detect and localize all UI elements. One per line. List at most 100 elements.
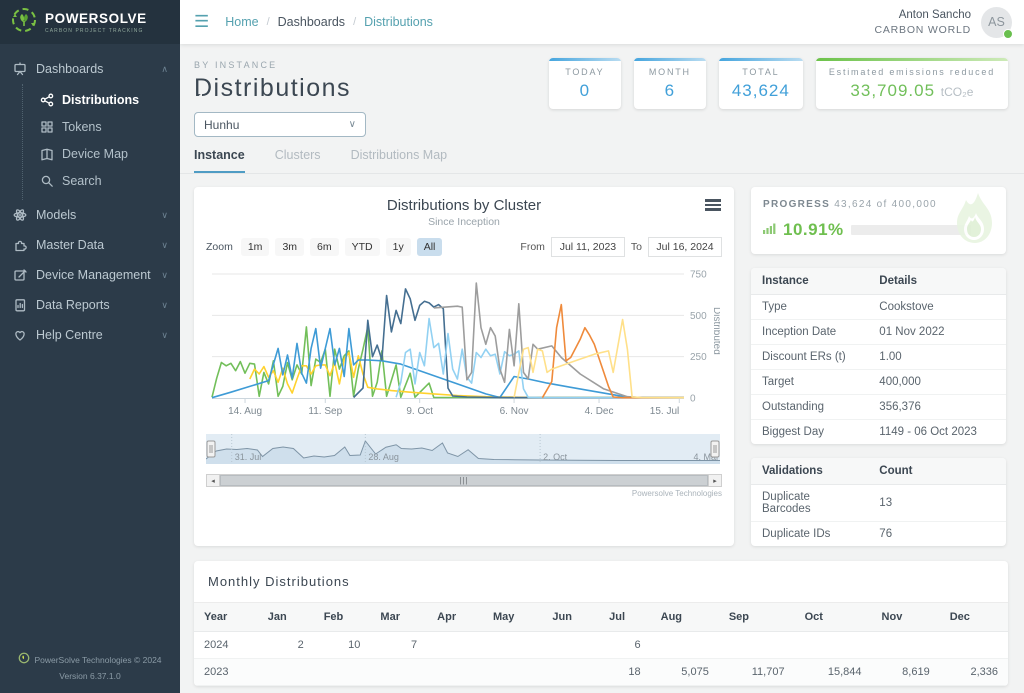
monthly-col-header: Dec	[940, 603, 1008, 632]
stat-value: 6	[647, 81, 693, 101]
instance-details-card: Instance Details TypeCookstoveInception …	[751, 268, 1006, 444]
zoom-button-6m[interactable]: 6m	[310, 238, 339, 256]
sidebar-item-label: Dashboards	[36, 62, 103, 76]
series-cluster-orange	[542, 305, 684, 398]
stat-card-today: TODAY0	[549, 58, 621, 109]
chart-navigator[interactable]: 31. Jul28. Aug2. Oct4. Mar	[206, 434, 720, 468]
progress-label: PROGRESS	[763, 199, 830, 210]
sidebar-item-label: Device Map	[62, 147, 128, 161]
sidebar-item-help-centre[interactable]: Help Centre∨	[0, 320, 180, 350]
progress-summary: 43,624 of 400,000	[834, 199, 937, 210]
sidebar-footer: PowerSolve Technologies © 2024 Version 6…	[0, 652, 180, 683]
chart-scrollbar: ◂ ||| ▸	[206, 474, 722, 487]
app-logo[interactable]: POWERSOLVE CARBON PROJECT TRACKING	[0, 0, 180, 44]
sidebar-item-distributions[interactable]: Distributions	[23, 86, 180, 113]
map-icon	[39, 147, 54, 161]
table-row: Outstanding356,376	[751, 395, 1006, 420]
monthly-value-cell	[795, 632, 872, 659]
atom-icon	[12, 208, 27, 222]
breadcrumb-distributions[interactable]: Distributions	[364, 15, 433, 29]
chevron-down-icon: ∨	[161, 240, 168, 251]
zoom-label: Zoom	[206, 241, 233, 253]
monthly-value-cell	[314, 659, 371, 686]
from-label: From	[520, 241, 545, 253]
avatar[interactable]: AS	[981, 7, 1012, 38]
sidebar-item-master-data[interactable]: Master Data∨	[0, 230, 180, 260]
distributions-line-chart[interactable]: 025050075014. Aug11. Sep9. Oct6. Nov4. D…	[206, 257, 720, 429]
navigator-handle[interactable]	[711, 441, 719, 457]
monthly-value-cell	[483, 632, 542, 659]
navigator-handle[interactable]	[207, 441, 215, 457]
stats-row: TODAY0MONTH6TOTAL43,624Estimated emissio…	[549, 58, 1008, 109]
sidebar-item-tokens[interactable]: Tokens	[23, 113, 180, 140]
svg-text:250: 250	[690, 352, 707, 363]
row-label: Biggest Day	[751, 420, 868, 445]
monthly-header-row: YearJanFebMarAprMayJunJulAugSepOctNovDec	[194, 603, 1008, 632]
tab-distributions-map[interactable]: Distributions Map	[351, 148, 448, 173]
tab-instance[interactable]: Instance	[194, 148, 245, 173]
sidebar-item-search[interactable]: Search	[23, 167, 180, 194]
svg-text:14. Aug: 14. Aug	[228, 406, 262, 417]
svg-text:31. Jul: 31. Jul	[235, 452, 262, 462]
zoom-button-1m[interactable]: 1m	[241, 238, 270, 256]
table-row: Biggest Day1149 - 06 Oct 2023	[751, 420, 1006, 445]
sidebar-item-dashboards[interactable]: Dashboards ∧	[0, 54, 180, 84]
chevron-up-icon: ∧	[161, 64, 168, 75]
zoom-buttons: 1m 3m 6m YTD 1y All	[235, 238, 443, 256]
puzzle-icon	[12, 238, 27, 252]
instance-select[interactable]: Hunhu ∨	[194, 112, 366, 137]
table-row: Discount ERs (t)1.00	[751, 345, 1006, 370]
zoom-button-all[interactable]: All	[417, 238, 443, 256]
validations-col-header: Validations	[751, 458, 868, 485]
row-value: 76	[868, 522, 1006, 547]
details-col-header: Details	[868, 268, 1006, 295]
sidebar-item-data-reports[interactable]: Data Reports∨	[0, 290, 180, 320]
powersolve-logo-icon	[10, 6, 38, 39]
svg-text:11. Sep: 11. Sep	[308, 406, 342, 417]
from-date-input[interactable]: Jul 11, 2023	[551, 237, 625, 257]
scroll-left-button[interactable]: ◂	[206, 474, 220, 487]
monthly-col-header: Jun	[542, 603, 599, 632]
breadcrumb-separator: /	[267, 16, 270, 28]
monthly-row: 2023185,07511,70715,8448,6192,336	[194, 659, 1008, 686]
sidebar-item-device-management[interactable]: Device Management∨	[0, 260, 180, 290]
svg-text:28. Aug: 28. Aug	[368, 452, 399, 462]
sidebar-item-device-map[interactable]: Device Map	[23, 140, 180, 167]
sidebar-item-models[interactable]: Models∨	[0, 200, 180, 230]
zoom-button-3m[interactable]: 3m	[275, 238, 304, 256]
chart-context-menu-icon[interactable]	[705, 199, 721, 213]
monthly-value-cell: 18	[599, 659, 651, 686]
breadcrumb-home[interactable]: Home	[225, 15, 258, 29]
sidebar-nav: Dashboards ∧ DistributionsTokens Device Map…	[0, 44, 180, 350]
search-icon	[39, 174, 54, 188]
monthly-value-cell: 6	[599, 632, 651, 659]
tab-clusters[interactable]: Clusters	[275, 148, 321, 173]
breadcrumb: Home/Dashboards/Distributions	[225, 15, 433, 29]
scroll-right-button[interactable]: ▸	[708, 474, 722, 487]
user-org: CARBON WORLD	[874, 23, 971, 38]
row-value: 1149 - 06 Oct 2023	[868, 420, 1006, 445]
to-date-input[interactable]: Jul 16, 2024	[648, 237, 722, 257]
row-label: Duplicate Barcodes	[751, 485, 868, 522]
instance-select-value: Hunhu	[204, 118, 239, 132]
stat-value: 43,624	[732, 81, 790, 101]
scrollbar-track[interactable]: |||	[220, 474, 708, 487]
footer-logo-icon	[18, 652, 30, 668]
monthly-col-header: Oct	[795, 603, 872, 632]
monthly-col-header: Nov	[872, 603, 940, 632]
menu-toggle-icon[interactable]: ☰	[194, 12, 209, 32]
chevron-down-icon: ∨	[349, 119, 356, 130]
row-label: Type	[751, 295, 868, 320]
online-status-dot	[1003, 29, 1013, 39]
monthly-col-header: Feb	[314, 603, 371, 632]
zoom-button-1y[interactable]: 1y	[386, 238, 411, 256]
zoom-button-ytd[interactable]: YTD	[345, 238, 380, 256]
scrollbar-thumb[interactable]: |||	[220, 475, 708, 486]
flame-watermark-icon	[948, 191, 1000, 252]
sidebar-item-label: Help Centre	[36, 328, 103, 342]
svg-text:500: 500	[690, 311, 707, 322]
stat-card-total: TOTAL43,624	[719, 58, 803, 109]
breadcrumb-dashboards[interactable]: Dashboards	[278, 15, 345, 29]
monthly-col-header: Year	[194, 603, 258, 632]
chart-subtitle: Since Inception	[206, 216, 722, 228]
